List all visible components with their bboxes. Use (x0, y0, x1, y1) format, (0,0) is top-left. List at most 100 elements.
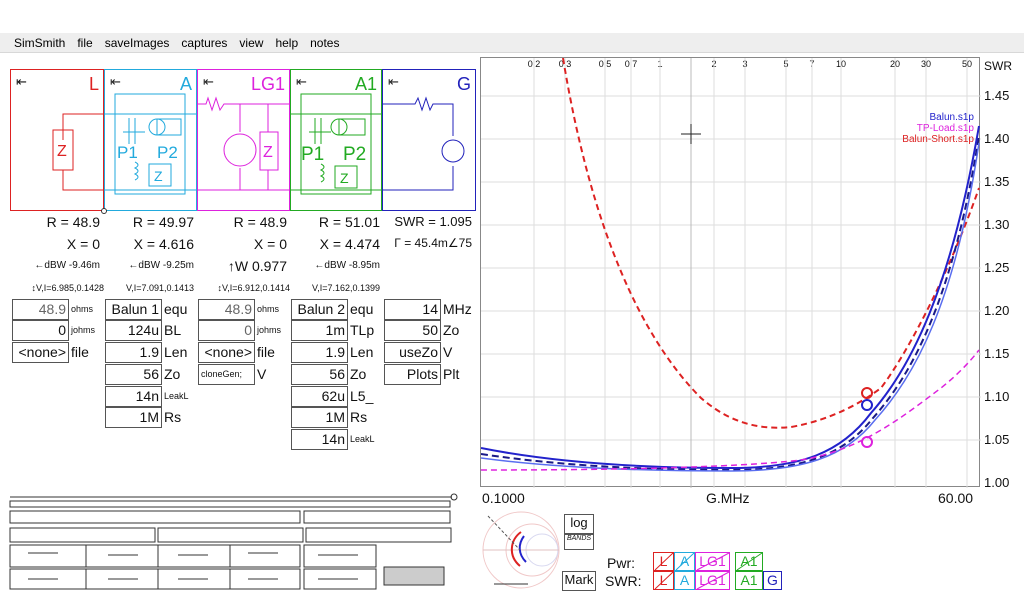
mark-button[interactable]: Mark (562, 571, 596, 591)
swr-toggle-G[interactable]: G (763, 571, 782, 590)
A1-len-unit: Len (350, 344, 374, 360)
A1-rs-field[interactable]: 1M (291, 407, 348, 428)
A1-leakl-field[interactable]: 14n (291, 429, 348, 450)
LG1-ohms-field[interactable]: 48.9 (198, 299, 255, 320)
block-LG1[interactable]: ⇤ LG1 Z (197, 69, 291, 211)
G-plots-field[interactable]: Plots (384, 364, 441, 385)
generator-load-schematic-icon: Z (198, 96, 291, 191)
log-button[interactable]: log (564, 514, 594, 534)
block-LG1-vi: ↕V,I=6.912,0.1414 (217, 283, 290, 293)
G-mhz-unit: MHz (443, 301, 472, 317)
balun-schematic-icon: P1 P2 Z (291, 93, 383, 195)
A-zo-unit: Zo (164, 366, 181, 382)
L-file-unit: file (71, 344, 89, 360)
LG1-johms-field[interactable]: 0 (198, 320, 255, 341)
swr-row-label: SWR: (605, 573, 642, 589)
A-zo-field[interactable]: 56 (105, 364, 162, 385)
L-johms-field[interactable]: 0 (12, 320, 69, 341)
block-G-gamma: Γ = 45.4m∠75 (394, 236, 472, 250)
swr-tick: 1.10 (984, 389, 1010, 404)
svg-text:P2: P2 (343, 144, 366, 165)
L-file-field[interactable]: <none> (12, 342, 69, 363)
swr-toggle-strike (654, 571, 730, 590)
A-equ-field[interactable]: Balun 1 (105, 299, 162, 320)
G-zo-unit: Zo (443, 322, 460, 338)
LG1-v-field[interactable]: cloneGen; (198, 364, 255, 385)
A1-l5-field[interactable]: 62u (291, 386, 348, 407)
generator-schematic-icon (383, 96, 465, 191)
swr-tick: 1.05 (984, 432, 1010, 447)
block-A1-power: ←dBW -8.95m (314, 260, 380, 271)
LG1-file-field[interactable]: <none> (198, 342, 255, 363)
svg-text:Z: Z (57, 143, 67, 160)
mark-label: Mark (564, 572, 594, 587)
chart-legend: Balun.s1p TP-Load.s1p Balun-Short.s1p (902, 112, 974, 145)
cursor-crosshair-icon (681, 124, 701, 144)
smith-chart-thumbnail[interactable] (480, 510, 562, 590)
block-G-swr: SWR = 1.095 (394, 214, 472, 229)
LG1-file-unit: file (257, 344, 275, 360)
swr-chart[interactable]: 0.2 0.3 0.5 0.7 1 2 3 5 7 10 20 30 50 (480, 57, 981, 488)
G-plt-unit: Plt (443, 366, 460, 382)
x-axis-end: 60.00 (938, 490, 974, 506)
block-A1-r: R = 51.01 (318, 214, 380, 230)
G-mhz-field[interactable]: 14 (384, 299, 441, 320)
svg-text:P1: P1 (301, 144, 324, 165)
A1-tlp-field[interactable]: 1m (291, 320, 348, 341)
balun-schematic-icon: P1 P2 Z (105, 93, 198, 195)
G-v-unit: V (443, 344, 453, 360)
A-equ-unit: equ (164, 301, 188, 317)
x-axis-label: G.MHz (706, 490, 750, 506)
G-v-field[interactable]: useZo (384, 342, 441, 363)
svg-text:Z: Z (340, 170, 349, 186)
swr-tick: 1.20 (984, 303, 1010, 318)
A-len-field[interactable]: 1.9 (105, 342, 162, 363)
swr-tick: 1.35 (984, 174, 1010, 189)
swr-tick: 1.30 (984, 217, 1010, 232)
swr-tick: 1.45 (984, 88, 1010, 103)
A1-len-field[interactable]: 1.9 (291, 342, 348, 363)
G-zo-field[interactable]: 50 (384, 320, 441, 341)
bands-button[interactable]: BANDS (564, 534, 594, 550)
swr-axis-header: SWR (984, 59, 1012, 73)
block-A[interactable]: ⇤ A P1 P2 Z (104, 69, 198, 211)
A-rs-unit: Rs (164, 409, 182, 425)
LG1-v-unit: V (257, 366, 267, 382)
A1-equ-field[interactable]: Balun 2 (291, 299, 348, 320)
A1-l5-unit: L5_ (350, 388, 374, 404)
circuit-thumbnails[interactable] (8, 493, 458, 593)
LG1-ohms-unit: ohms (257, 304, 280, 314)
A-bl-unit: BL (164, 322, 182, 338)
A1-zo-unit: Zo (350, 366, 367, 382)
block-G[interactable]: ⇤ G (382, 69, 476, 211)
block-A-r: R = 49.97 (132, 214, 194, 230)
block-L[interactable]: ⇤ L Z (10, 69, 105, 211)
A-len-unit: Len (164, 344, 188, 360)
menu-file[interactable]: file (77, 36, 92, 50)
block-L-r: R = 48.9 (46, 214, 100, 230)
menu-captures[interactable]: captures (181, 36, 227, 50)
A-leakl-field[interactable]: 14n (105, 386, 162, 407)
block-A1[interactable]: ⇤ A1 P1 P2 Z (290, 69, 383, 211)
legend-balun: Balun.s1p (929, 112, 974, 123)
menu-help[interactable]: help (275, 36, 298, 50)
A-bl-field[interactable]: 124u (105, 320, 162, 341)
menu-notes[interactable]: notes (310, 36, 339, 50)
L-ohms-field[interactable]: 48.9 (12, 299, 69, 320)
svg-text:P1: P1 (117, 143, 138, 162)
swr-toggle-A1[interactable]: A1 (735, 571, 763, 590)
menu-view[interactable]: view (239, 36, 263, 50)
menu-saveimages[interactable]: saveImages (105, 36, 170, 50)
block-A1-x: X = 4.474 (319, 236, 380, 252)
block-LG1-x: X = 0 (253, 236, 287, 252)
L-johms-unit: johms (71, 325, 96, 335)
block-L-power: ←dBW -9.46m (34, 260, 100, 271)
A1-zo-field[interactable]: 56 (291, 364, 348, 385)
LG1-johms-unit: johms (257, 325, 282, 335)
A-rs-field[interactable]: 1M (105, 407, 162, 428)
menu-simsmith[interactable]: SimSmith (14, 36, 65, 50)
title-area (0, 0, 1024, 33)
svg-text:Z: Z (263, 144, 273, 161)
legend-tp-load: TP-Load.s1p (916, 123, 974, 134)
swr-tick: 1.40 (984, 131, 1010, 146)
